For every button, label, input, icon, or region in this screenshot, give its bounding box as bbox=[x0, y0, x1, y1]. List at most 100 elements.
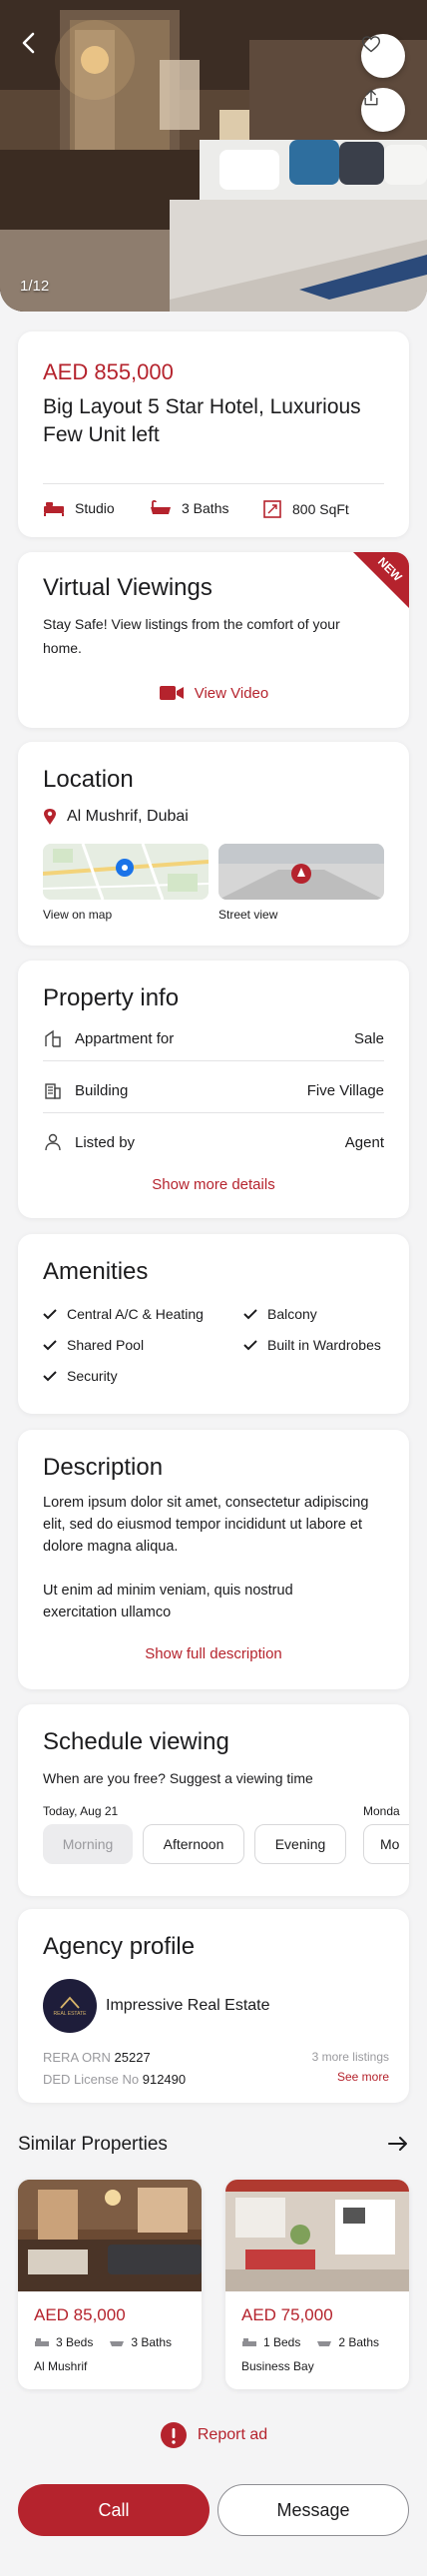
see-all-similar-button[interactable] bbox=[387, 2133, 409, 2160]
see-more-link[interactable]: See more bbox=[337, 2070, 389, 2084]
check-icon bbox=[243, 1309, 257, 1320]
back-button[interactable] bbox=[14, 28, 44, 58]
info-value: Sale bbox=[353, 1029, 384, 1047]
map-thumbnail[interactable] bbox=[43, 844, 209, 900]
slot-morning[interactable]: Morning bbox=[43, 1824, 133, 1864]
alert-icon bbox=[160, 2422, 187, 2448]
ded-value: 912490 bbox=[142, 2072, 187, 2087]
description-paragraph: Lorem ipsum dolor sit amet, consectetur … bbox=[43, 1495, 369, 1555]
baths-label: 2 Baths bbox=[338, 2335, 380, 2349]
rera-label: RERA ORN bbox=[43, 2050, 111, 2065]
amenity-item: Built in Wardrobes bbox=[243, 1337, 381, 1353]
spec-label: Studio bbox=[75, 500, 115, 516]
agency-logo: REAL ESTATE bbox=[43, 1979, 97, 2033]
call-button[interactable]: Call bbox=[18, 2484, 210, 2536]
spec-label: 3 Baths bbox=[182, 500, 229, 516]
bathtub-icon bbox=[317, 2341, 332, 2346]
amenities-card: Amenities Central A/C & Heating Balcony … bbox=[18, 1234, 409, 1414]
divider bbox=[43, 1060, 384, 1061]
description-paragraph: Ut enim ad minim veniam, quis nostrud ex… bbox=[43, 1583, 293, 1620]
view-video-label: View Video bbox=[194, 684, 269, 702]
amenity-item: Central A/C & Heating bbox=[43, 1306, 204, 1322]
info-label: Building bbox=[75, 1081, 129, 1099]
info-row-type: Appartment for Sale bbox=[43, 1028, 384, 1048]
info-row-building: Building Five Village bbox=[43, 1080, 384, 1100]
similar-specs: 3 Beds 3 Baths bbox=[34, 2335, 172, 2349]
check-icon bbox=[43, 1340, 57, 1351]
ded-row: DED License No 912490 bbox=[43, 2072, 186, 2087]
location-pin-icon bbox=[44, 809, 56, 825]
section-title: Property info bbox=[43, 984, 180, 1011]
similar-location: Al Mushrif bbox=[34, 2359, 88, 2373]
location-card: Location Al Mushrif, Dubai View on map S… bbox=[18, 742, 409, 946]
amenity-label: Balcony bbox=[267, 1306, 317, 1322]
spec-label: 800 SqFt bbox=[292, 501, 349, 517]
logo-text: REAL ESTATE bbox=[53, 2011, 87, 2017]
favorite-button[interactable] bbox=[361, 34, 405, 78]
map-image bbox=[43, 844, 209, 900]
person-icon bbox=[45, 1133, 61, 1151]
street-label: Street view bbox=[218, 908, 278, 922]
similar-property-card[interactable]: AED 85,000 3 Beds 3 Baths Al Mushrif bbox=[18, 2180, 202, 2389]
view-video-link[interactable]: View Video bbox=[18, 684, 409, 702]
share-button[interactable] bbox=[361, 88, 405, 132]
house-logo-icon bbox=[60, 1996, 80, 2009]
virtual-viewings-card: Virtual Viewings NEW Stay Safe! View lis… bbox=[18, 552, 409, 728]
divider bbox=[43, 483, 384, 484]
address-text: Al Mushrif, Dubai bbox=[67, 808, 189, 825]
amenity-label: Shared Pool bbox=[67, 1337, 145, 1353]
more-listings: 3 more listings bbox=[311, 2050, 389, 2064]
check-icon bbox=[43, 1371, 57, 1382]
baths-label: 3 Baths bbox=[131, 2335, 173, 2349]
check-icon bbox=[243, 1340, 257, 1351]
share-icon bbox=[364, 89, 378, 106]
arrow-right-icon bbox=[388, 2137, 407, 2151]
check-icon bbox=[43, 1309, 57, 1320]
info-label: Appartment for bbox=[75, 1029, 175, 1047]
similar-property-card[interactable]: AED 75,000 1 Beds 2 Baths Business Bay bbox=[225, 2180, 409, 2389]
building-icon bbox=[45, 1083, 61, 1099]
street-view-thumbnail[interactable] bbox=[218, 844, 384, 900]
property-photo bbox=[18, 2180, 202, 2291]
video-camera-icon bbox=[159, 686, 184, 700]
amenity-label: Central A/C & Heating bbox=[67, 1306, 204, 1322]
show-full-description-link[interactable]: Show full description bbox=[18, 1645, 409, 1662]
section-title: Virtual Viewings bbox=[43, 574, 213, 601]
beds-label: 1 Beds bbox=[263, 2335, 301, 2349]
section-title: Description bbox=[43, 1454, 164, 1481]
similar-location: Business Bay bbox=[241, 2359, 314, 2373]
map-label: View on map bbox=[43, 908, 113, 922]
ded-label: DED License No bbox=[43, 2072, 140, 2087]
section-title: Location bbox=[43, 766, 134, 793]
slot-evening[interactable]: Evening bbox=[254, 1824, 346, 1864]
slot-afternoon[interactable]: Afternoon bbox=[143, 1824, 244, 1864]
agency-name[interactable]: Impressive Real Estate bbox=[106, 1997, 270, 2015]
schedule-subtitle: When are you free? Suggest a viewing tim… bbox=[43, 1770, 313, 1786]
price: AED 855,000 bbox=[43, 359, 174, 384]
description-card: Description Lorem ipsum dolor sit amet, … bbox=[18, 1430, 409, 1689]
street-image bbox=[218, 844, 384, 900]
day-label[interactable]: Monda bbox=[363, 1804, 400, 1818]
schedule-viewing-card: Schedule viewing When are you free? Sugg… bbox=[18, 1704, 409, 1896]
show-more-details-link[interactable]: Show more details bbox=[18, 1176, 409, 1193]
new-badge: NEW bbox=[353, 552, 409, 608]
report-label: Report ad bbox=[197, 2426, 268, 2443]
slot-monday-morning[interactable]: Mo bbox=[363, 1824, 409, 1864]
amenity-item: Security bbox=[43, 1368, 118, 1384]
bathtub-icon bbox=[151, 499, 171, 514]
spec-bedrooms: Studio bbox=[43, 499, 115, 517]
spec-baths: 3 Baths bbox=[150, 499, 228, 517]
report-ad-link[interactable]: Report ad bbox=[0, 2421, 427, 2449]
day-label[interactable]: Today, Aug 21 bbox=[43, 1804, 118, 1818]
photo-counter: 1/12 bbox=[20, 278, 50, 295]
section-title: Amenities bbox=[43, 1258, 149, 1285]
message-button[interactable]: Message bbox=[217, 2484, 409, 2536]
bed-icon bbox=[44, 502, 64, 516]
bed-icon bbox=[242, 2338, 256, 2346]
overview-card: AED 855,000 Big Layout 5 Star Hotel, Lux… bbox=[18, 331, 409, 537]
photo-gallery[interactable]: 1/12 bbox=[0, 0, 427, 312]
info-value: Agent bbox=[344, 1133, 384, 1151]
section-title: Agency profile bbox=[43, 1933, 196, 1960]
amenity-label: Built in Wardrobes bbox=[267, 1337, 381, 1353]
similar-properties-title: Similar Properties bbox=[18, 2134, 168, 2155]
